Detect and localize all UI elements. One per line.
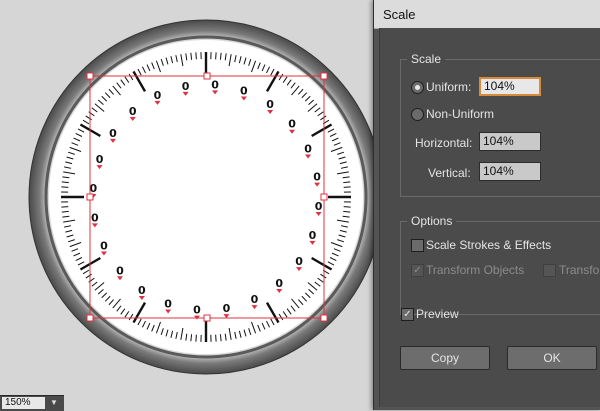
resize-handle[interactable] (87, 73, 93, 79)
status-bar: 150% ▼ (0, 395, 64, 411)
dial-number-label: 0 (315, 200, 323, 213)
resize-handle[interactable] (321, 73, 327, 79)
horizontal-scale-field[interactable]: 104% (479, 132, 541, 151)
resize-handle[interactable] (87, 315, 93, 321)
non-uniform-label[interactable]: Non-Uniform (426, 107, 494, 121)
dialog-titlebar[interactable]: Scale (374, 0, 600, 29)
vertical-scale-field[interactable]: 104% (479, 162, 541, 181)
resize-handle[interactable] (321, 194, 327, 200)
scale-group-legend: Scale (407, 52, 445, 66)
dial-number-label: 0 (313, 171, 321, 184)
dial-number-label: 0 (91, 211, 99, 224)
transform-patterns-checkbox[interactable] (543, 264, 556, 277)
dial-number-label: 0 (154, 89, 162, 102)
scale-strokes-checkbox[interactable] (411, 239, 424, 252)
preview-label[interactable]: Preview (416, 307, 459, 321)
dial-number-label: 0 (275, 277, 283, 290)
resize-handle[interactable] (204, 315, 210, 321)
dial-number-label: 0 (182, 80, 190, 93)
non-uniform-radio[interactable] (411, 108, 424, 121)
artboard-canvas[interactable]: 000000000000000000000000 150% ▼ (0, 0, 380, 410)
dialog-body: Scale Uniform: 104% Non-Uniform Horizont… (379, 28, 600, 407)
dial-number-label: 0 (304, 143, 312, 156)
dial-number-label: 0 (295, 255, 303, 268)
resize-handle[interactable] (87, 194, 93, 200)
dial-number-label: 0 (223, 302, 231, 315)
dial-number-label: 0 (266, 98, 274, 111)
horizontal-label: Horizontal: (415, 136, 472, 150)
dialog-title: Scale (383, 7, 416, 22)
uniform-label[interactable]: Uniform: (426, 80, 471, 94)
scale-dialog: Scale Scale Uniform: 104% Non-Uniform Ho… (373, 0, 600, 410)
dial-number-label: 0 (309, 229, 317, 242)
gauge-artwork[interactable]: 000000000000000000000000 (0, 0, 375, 410)
chevron-down-icon[interactable]: ▼ (47, 397, 61, 409)
transform-objects-label[interactable]: Transform Objects (426, 263, 524, 277)
dial-number-label: 0 (100, 239, 108, 252)
zoom-level-field[interactable]: 150% (2, 397, 45, 409)
dial-number-label: 0 (193, 304, 201, 317)
dial-number-label: 0 (251, 293, 259, 306)
transform-patterns-label[interactable]: Transfo (559, 263, 599, 277)
dial-number-label: 0 (109, 127, 117, 140)
preview-checkbox[interactable]: ✓ (401, 308, 414, 321)
dial-number-label: 0 (116, 264, 124, 277)
dial-number-label: 0 (129, 105, 137, 118)
dial-number-label: 0 (240, 85, 248, 98)
vertical-label: Vertical: (428, 166, 471, 180)
dial-number-label: 0 (96, 153, 104, 166)
dial-number-label: 0 (138, 284, 146, 297)
dial-number-label: 0 (288, 118, 296, 131)
uniform-radio[interactable] (411, 81, 424, 94)
transform-objects-checkbox[interactable]: ✓ (411, 264, 424, 277)
ok-button[interactable]: OK (507, 346, 597, 370)
dial-face (49, 40, 363, 354)
dial-number-label: 0 (90, 182, 98, 195)
options-group-legend: Options (407, 214, 456, 228)
copy-button[interactable]: Copy (400, 346, 490, 370)
uniform-scale-field[interactable]: 104% (479, 77, 541, 96)
resize-handle[interactable] (204, 73, 210, 79)
resize-handle[interactable] (321, 315, 327, 321)
scale-strokes-label[interactable]: Scale Strokes & Effects (426, 238, 551, 252)
dial-number-label: 0 (211, 78, 219, 91)
dial-number-label: 0 (164, 297, 172, 310)
